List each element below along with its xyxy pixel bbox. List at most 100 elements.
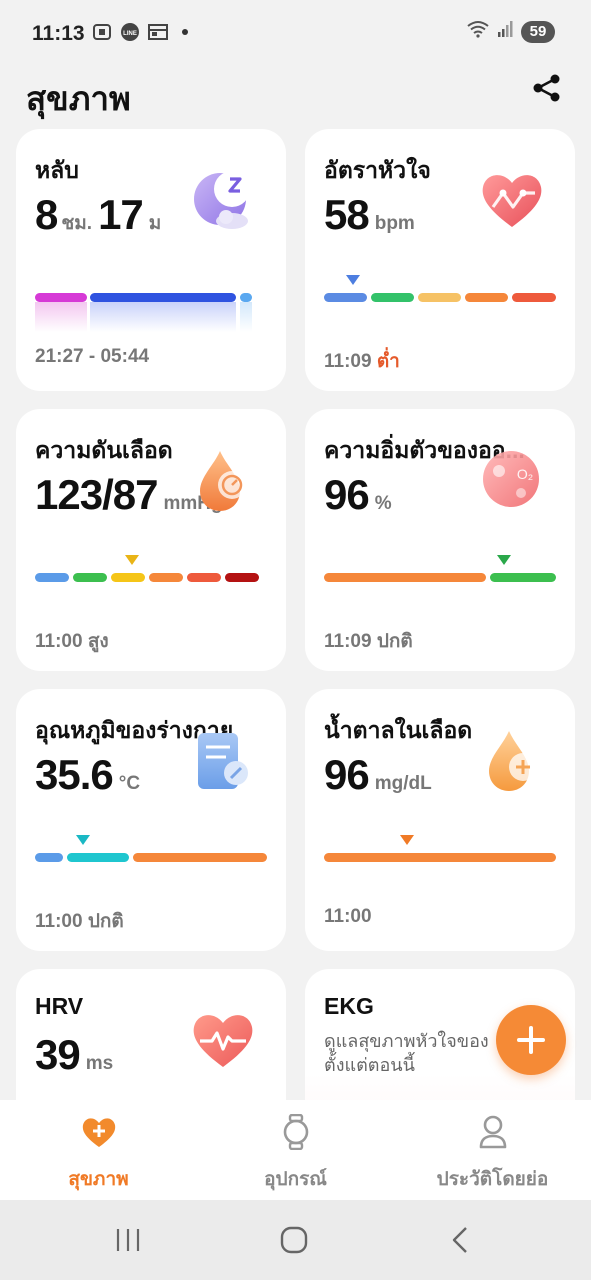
temperature-footer: 11:00 ปกติ [35, 906, 124, 936]
blood-glucose-unit: mg/dL [374, 773, 432, 794]
watch-icon [278, 1114, 314, 1150]
system-navigation-bar [0, 1200, 591, 1280]
recent-apps-icon [116, 1229, 140, 1251]
sleep-hours-unit: ชม. [61, 213, 93, 234]
status-time: 11:13 [32, 22, 85, 45]
nav-health-label: สุขภาพ [68, 1169, 129, 1190]
spo2-card[interactable]: ความอิ่มตัวของออ... 96 % O₂ 11:09 ปกติ [305, 409, 575, 671]
svg-text:O₂: O₂ [517, 466, 533, 482]
spo2-status: ปกติ [376, 631, 413, 652]
hrv-unit: ms [85, 1053, 114, 1074]
plus-icon [517, 1026, 545, 1054]
back-button[interactable] [440, 1222, 480, 1258]
sleep-title: หลับ [35, 157, 79, 183]
heart-rate-value-row: 58 bpm [324, 191, 415, 239]
heart-plus-icon [81, 1114, 117, 1150]
spo2-footer: 11:09 ปกติ [324, 626, 413, 656]
heart-pulse-icon [193, 1015, 253, 1067]
sleep-hours: 8 [35, 191, 58, 238]
blood-pressure-level-marker [125, 555, 139, 565]
blood-pressure-value: 123/87 [35, 471, 158, 518]
heart-rate-card[interactable]: อัตราหัวใจ 58 bpm 11:09 ต่ำ [305, 129, 575, 391]
blood-glucose-card[interactable]: น้ำตาลในเลือด 96 mg/dL 11:00 [305, 689, 575, 951]
share-icon [533, 74, 560, 102]
sleep-time-range: 21:27 - 05:44 [35, 346, 150, 367]
heart-rate-time: 11:09 [324, 351, 372, 372]
nav-profile-label: ประวัติโดยย่อ [436, 1169, 549, 1190]
blood-glucose-scale [324, 853, 556, 863]
ekg-description-line-2: ตั้งแต่ตอนนี้ [324, 1055, 415, 1075]
system-indicators: 59 [467, 20, 555, 43]
blood-glucose-time: 11:00 [324, 906, 372, 927]
hrv-title: HRV [35, 993, 84, 1019]
more-notifications-dot [182, 29, 188, 35]
heart-rate-icon [482, 175, 542, 227]
ekg-description: ดูแลสุขภาพหัวใจของ ตั้งแต่ตอนนี้ [324, 1029, 489, 1077]
blood-pressure-card[interactable]: ความดันเลือด 123/87 mmHg 11:00 สูง [16, 409, 286, 671]
temperature-level-marker [76, 835, 90, 845]
status-bar: 11:13 LINE 59 [0, 0, 591, 64]
sleep-card[interactable]: หลับ 8 ชม. 17 ม 21:27 - 05:44 [16, 129, 286, 391]
moon-sleep-icon [194, 171, 250, 229]
spo2-scale [324, 573, 556, 583]
spo2-value: 96 [324, 471, 370, 518]
thermometer-report-icon [198, 733, 248, 789]
temperature-scale [35, 853, 267, 863]
page-title: สุขภาพ [26, 80, 131, 117]
temperature-status: ปกติ [87, 911, 124, 932]
recent-apps-button[interactable] [108, 1222, 148, 1258]
temperature-value: 35.6 [35, 751, 114, 798]
blood-pressure-title: ความดันเลือด [35, 437, 173, 463]
profile-icon [475, 1114, 511, 1150]
nav-profile[interactable]: ประวัติโดยย่อ [394, 1114, 591, 1194]
sleep-stage-chart [35, 293, 267, 333]
temperature-card[interactable]: อุณหภูมิของร่างกาย 35.6 °C 11:00 ปกติ [16, 689, 286, 951]
hrv-value: 39 [35, 1031, 81, 1078]
blood-pressure-time: 11:00 [35, 631, 83, 652]
battery-indicator: 59 [521, 20, 555, 43]
hrv-value-row: 39 ms [35, 1031, 113, 1079]
sleep-duration: 8 ชม. 17 ม [35, 191, 161, 239]
temperature-unit: °C [118, 773, 141, 794]
line-app-icon: LINE [120, 22, 140, 42]
blood-glucose-title: น้ำตาลในเลือด [324, 717, 473, 743]
page-header: สุขภาพ [0, 64, 591, 126]
ekg-description-line-1: ดูแลสุขภาพหัวใจของ [324, 1031, 489, 1051]
blood-glucose-value: 96 [324, 751, 370, 798]
spo2-level-marker [497, 555, 511, 565]
screenshot-icon [92, 22, 112, 42]
share-button[interactable] [529, 70, 565, 106]
bottom-navigation: สุขภาพ อุปกรณ์ ประวัติโดยย่อ [0, 1100, 591, 1200]
spo2-value-row: 96 % [324, 471, 392, 519]
blood-glucose-value-row: 96 mg/dL [324, 751, 432, 799]
nav-health[interactable]: สุขภาพ [0, 1114, 197, 1194]
heart-rate-status: ต่ำ [376, 351, 400, 372]
notification-icons: LINE [92, 22, 188, 42]
spo2-unit: % [374, 493, 392, 514]
svg-text:LINE: LINE [123, 31, 137, 37]
signal-icon [497, 20, 513, 43]
home-button[interactable] [274, 1222, 314, 1258]
blood-pressure-status: สูง [87, 631, 109, 652]
nav-device[interactable]: อุปกรณ์ [197, 1114, 394, 1194]
temperature-time: 11:00 [35, 911, 83, 932]
heart-rate-level-marker [346, 275, 360, 285]
temperature-value-row: 35.6 °C [35, 751, 140, 799]
ekg-title: EKG [324, 993, 374, 1019]
heart-rate-title: อัตราหัวใจ [324, 157, 431, 183]
wifi-icon [467, 20, 489, 43]
add-button[interactable] [496, 1005, 566, 1075]
sleep-minutes-unit: ม [148, 213, 162, 234]
spo2-time: 11:09 [324, 631, 372, 652]
nav-device-label: อุปกรณ์ [264, 1169, 327, 1190]
oxygen-icon: O₂ [483, 451, 539, 507]
heart-rate-scale [324, 293, 556, 303]
heart-rate-value: 58 [324, 191, 370, 238]
home-icon [280, 1226, 308, 1254]
calendar-icon [148, 22, 168, 42]
blood-drop-gauge-icon [200, 451, 246, 511]
blood-pressure-scale [35, 573, 267, 583]
heart-rate-footer: 11:09 ต่ำ [324, 346, 400, 376]
back-icon [452, 1227, 467, 1253]
blood-glucose-level-marker [400, 835, 414, 845]
